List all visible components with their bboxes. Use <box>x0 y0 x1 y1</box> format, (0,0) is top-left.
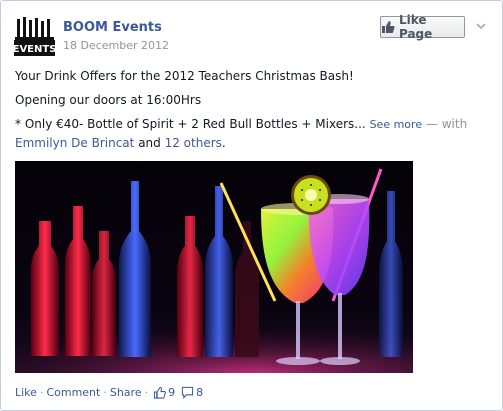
post-text-line-3: * Only €40- Bottle of Spirit + 2 Red Bul… <box>15 117 467 131</box>
with-text: — with <box>425 117 468 131</box>
post-offer-text: * Only €40- Bottle of Spirit + 2 Red Bul… <box>15 117 366 131</box>
like-page-label: Like Page <box>398 13 433 41</box>
comments-count[interactable]: 8 <box>196 386 203 399</box>
post-card: EVENTS BOOM Events 18 December 2012 Like… <box>0 0 503 411</box>
logo-text: EVENTS <box>14 44 55 55</box>
boom-events-logo: EVENTS <box>14 16 55 56</box>
page-name-link[interactable]: BOOM Events <box>63 20 162 35</box>
and-text: and <box>138 136 161 150</box>
chevron-down-icon[interactable] <box>474 19 488 33</box>
like-action-link[interactable]: Like <box>15 386 37 399</box>
tagged-person-link[interactable]: Emmilyn De Brincat <box>15 136 134 150</box>
post-text-line-2: Opening our doors at 16:00Hrs <box>15 93 202 107</box>
page-logo[interactable]: EVENTS <box>14 16 55 56</box>
share-action-link[interactable]: Share <box>110 386 142 399</box>
speech-bubble-icon[interactable] <box>181 386 194 399</box>
post-tagged-line: Emmilyn De Brincat and 12 others. <box>15 136 226 150</box>
likes-count[interactable]: 9 <box>168 386 175 399</box>
separator: · <box>39 386 44 399</box>
separator: · <box>103 386 107 399</box>
post-text-line-1: Your Drink Offers for the 2012 Teachers … <box>15 69 354 83</box>
post-timestamp[interactable]: 18 December 2012 <box>63 39 169 52</box>
post-photo[interactable] <box>15 161 413 373</box>
period-text: . <box>221 136 226 150</box>
separator: · <box>144 386 149 399</box>
tagged-others-link[interactable]: 12 others <box>165 136 222 150</box>
comment-action-link[interactable]: Comment <box>46 386 100 399</box>
see-more-link[interactable]: See more <box>370 118 423 131</box>
like-page-button[interactable]: Like Page <box>380 13 465 41</box>
thumbs-up-icon[interactable] <box>153 386 166 399</box>
post-actions: Like · Comment · Share · 9 8 <box>15 386 203 399</box>
cocktails-image <box>15 161 413 373</box>
thumbs-up-icon <box>381 21 395 33</box>
